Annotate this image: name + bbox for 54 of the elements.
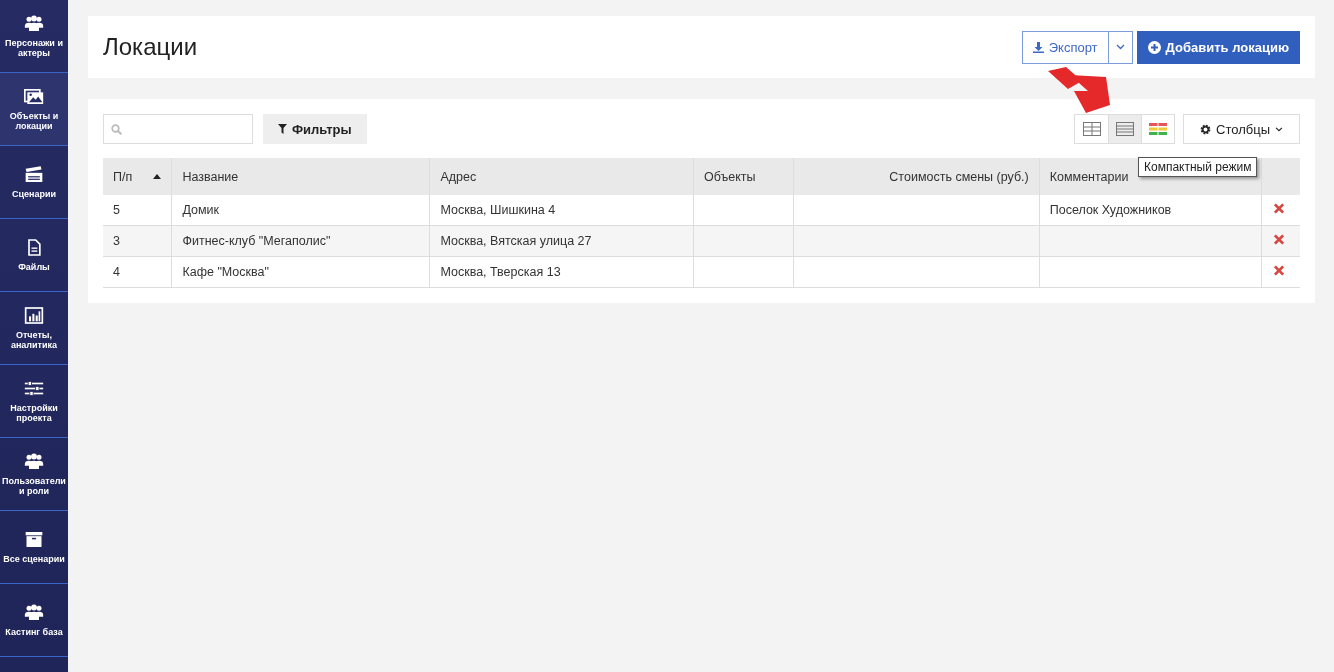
- sliders-icon: [24, 379, 44, 397]
- bar-chart-icon: [24, 306, 44, 324]
- sidebar-item[interactable]: Все сценарии: [0, 511, 68, 584]
- chevron-down-icon: [1275, 126, 1283, 132]
- sidebar-item[interactable]: Сценарии: [0, 146, 68, 219]
- sidebar-item[interactable]: Кастинг база: [0, 584, 68, 657]
- table-cell: Москва, Вятская улица 27: [429, 225, 694, 257]
- sidebar-item[interactable]: Настройки проекта: [0, 365, 68, 438]
- delete-icon[interactable]: [1272, 234, 1287, 245]
- table-cell: Москва, Шишкина 4: [429, 195, 694, 226]
- column-header[interactable]: Объекты: [693, 158, 794, 195]
- search-field[interactable]: [103, 114, 253, 144]
- filters-button[interactable]: Фильтры: [263, 114, 367, 144]
- colored-rows-icon: [1149, 122, 1168, 136]
- add-location-button[interactable]: Добавить локацию: [1136, 30, 1300, 64]
- columns-button[interactable]: Столбцы: [1183, 114, 1300, 144]
- sidebar-item[interactable]: Файлы: [0, 219, 68, 292]
- sidebar-item[interactable]: Пользователи и роли: [0, 438, 68, 511]
- list-icon: [1116, 122, 1135, 136]
- arrow-drawing: [1048, 67, 1112, 113]
- table-cell: Домик: [171, 195, 430, 226]
- users-icon: [24, 452, 44, 470]
- table-cell: 4: [103, 256, 172, 288]
- table-cell: Кафе "Москва": [171, 256, 430, 288]
- column-header[interactable]: Адрес: [429, 158, 694, 195]
- filter-icon: [278, 124, 287, 134]
- users-icon: [24, 14, 44, 32]
- image-icon: [24, 87, 44, 105]
- download-icon: [1032, 41, 1044, 53]
- search-icon: [111, 123, 122, 135]
- gear-icon: [1200, 123, 1212, 135]
- table-cell: Москва, Тверская 13: [429, 256, 694, 288]
- sidebar-item[interactable]: Отчеты, аналитика: [0, 292, 68, 365]
- table-cell: Фитнес-клуб "Мегаполис": [171, 225, 430, 257]
- users-icon: [24, 603, 44, 621]
- delete-icon[interactable]: [1272, 265, 1287, 276]
- table-cell: 5: [103, 195, 172, 226]
- sidebar-item[interactable]: Объекты и локации: [0, 73, 68, 146]
- dropdown-button[interactable]: [1108, 30, 1133, 64]
- tooltip: Компактный режим: [1138, 157, 1258, 177]
- view-mode-button[interactable]: [1108, 115, 1142, 143]
- delete-icon[interactable]: [1272, 203, 1287, 214]
- table-cell: Поселок Художников: [1039, 195, 1262, 226]
- archive-box-icon: [24, 530, 44, 548]
- table-grid-icon: [1082, 122, 1101, 136]
- plus-circle-icon: [1147, 40, 1161, 54]
- column-header[interactable]: Название: [171, 158, 430, 195]
- table-cell: 3: [103, 225, 172, 257]
- clapperboard-icon: [24, 165, 44, 183]
- column-header[interactable]: Стоимость смены (руб.): [793, 158, 1040, 195]
- column-header[interactable]: П/п: [103, 158, 172, 195]
- page-title: Локации: [103, 33, 199, 61]
- export-button[interactable]: Экспорт: [1021, 30, 1109, 64]
- chevron-down-icon: [1115, 44, 1125, 50]
